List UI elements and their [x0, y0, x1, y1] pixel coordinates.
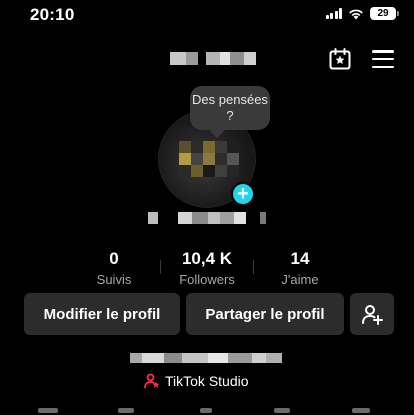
- stat-value: 14: [290, 249, 310, 268]
- tiktok-studio-link[interactable]: TikTok Studio: [144, 373, 249, 389]
- share-profile-button[interactable]: Partager le profil: [186, 293, 344, 335]
- tab-icon[interactable]: [118, 408, 134, 413]
- tab-icon[interactable]: [200, 408, 212, 413]
- avatar-pixelated-image: [179, 141, 239, 177]
- stat-followers[interactable]: 10,4 K Followers: [161, 249, 253, 288]
- add-user-icon: [362, 305, 383, 325]
- display-name-blurred: [148, 212, 266, 224]
- status-time: 20:10: [30, 5, 75, 24]
- username-blurred: [170, 52, 256, 65]
- hamburger-menu-icon[interactable]: [372, 50, 394, 68]
- profile-actions: Modifier le profil Partager le profil: [24, 293, 394, 335]
- stat-label: Suivis: [96, 272, 132, 287]
- stat-likes[interactable]: 14 J'aime: [254, 249, 346, 288]
- battery-indicator: 29: [370, 7, 399, 20]
- calendar-star-icon[interactable]: [328, 47, 352, 71]
- status-icons: 29: [325, 7, 399, 20]
- tab-icon[interactable]: [38, 408, 58, 413]
- stat-label: J'aime: [281, 272, 319, 287]
- add-story-plus-icon[interactable]: +: [231, 182, 255, 206]
- tab-icon[interactable]: [274, 408, 290, 413]
- edit-profile-button[interactable]: Modifier le profil: [24, 293, 180, 335]
- studio-person-icon: [144, 373, 160, 389]
- bio-blurred: [130, 353, 282, 363]
- studio-label: TikTok Studio: [165, 373, 249, 389]
- profile-stats: 0 Suivis 10,4 K Followers 14 J'aime: [0, 249, 414, 288]
- bottom-tab-bar: [0, 408, 414, 415]
- tab-icon[interactable]: [352, 408, 370, 413]
- stat-following[interactable]: 0 Suivis: [68, 249, 160, 288]
- stat-value: 0: [109, 249, 119, 268]
- wifi-icon: [349, 9, 363, 19]
- stat-label: Followers: [179, 272, 235, 287]
- stat-value: 10,4 K: [181, 249, 233, 268]
- cellular-signal-icon: [325, 8, 342, 19]
- add-friend-button[interactable]: [350, 293, 394, 335]
- thought-bubble[interactable]: Des pensées ?: [190, 86, 270, 130]
